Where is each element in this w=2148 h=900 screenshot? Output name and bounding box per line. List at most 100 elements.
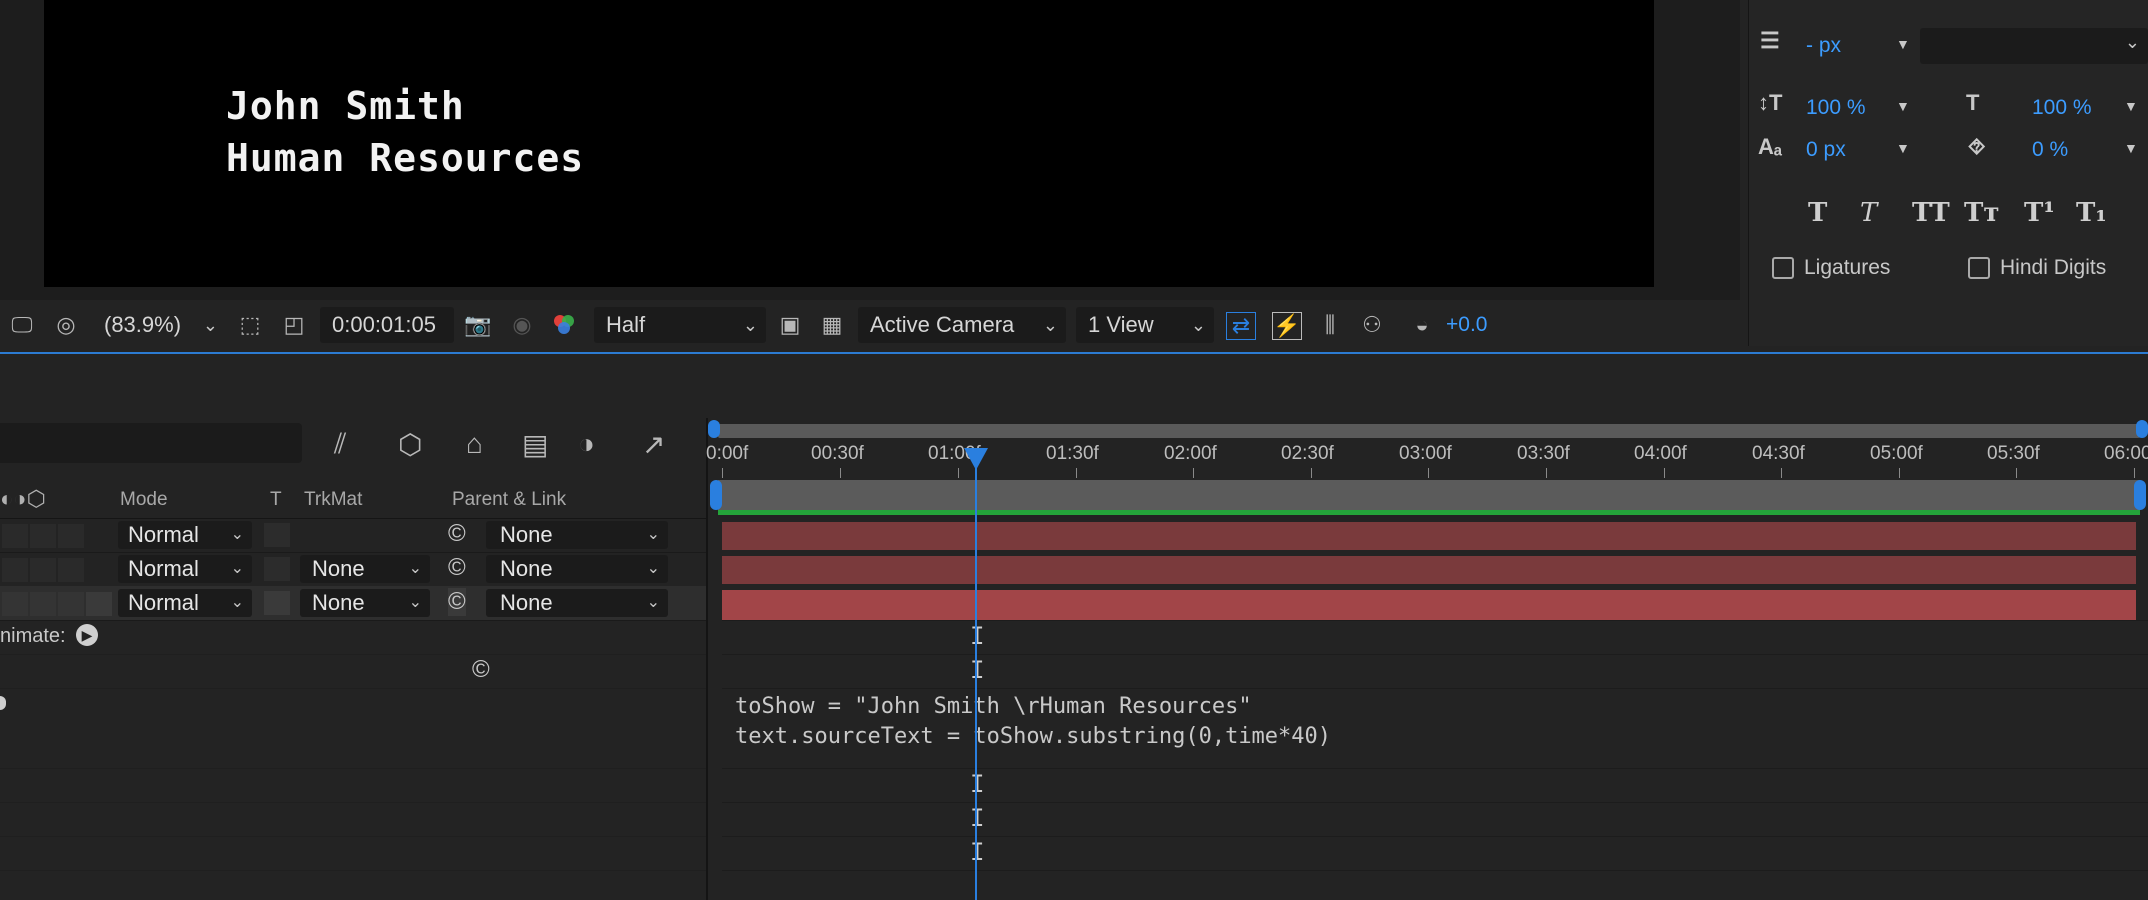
keyframe-marker[interactable]: I bbox=[970, 656, 984, 684]
work-area-bar[interactable] bbox=[718, 480, 2140, 510]
resolution-dropdown[interactable]: Half ⌄ bbox=[594, 307, 766, 343]
switch-cell[interactable] bbox=[2, 524, 28, 548]
tsume-value[interactable]: 0 % bbox=[2032, 138, 2068, 162]
mode-column-header[interactable]: Mode bbox=[120, 489, 168, 511]
timeline-icon[interactable]: ⫼ bbox=[1316, 312, 1344, 338]
superscript-button[interactable]: T¹ bbox=[2024, 198, 2055, 228]
t-column-header[interactable]: T bbox=[270, 489, 282, 511]
flowchart-icon[interactable]: ⚇ bbox=[1358, 312, 1386, 338]
switch-cell[interactable] bbox=[58, 592, 84, 616]
switch-cell[interactable] bbox=[58, 558, 84, 582]
magnification-dropdown[interactable]: (83.9%) ⌄ bbox=[92, 307, 226, 343]
leading-value[interactable]: - px bbox=[1806, 34, 1841, 58]
exposure-value[interactable]: +0.0 bbox=[1446, 313, 1487, 337]
fast-previews-icon[interactable]: ⚡ bbox=[1272, 312, 1302, 340]
parent-column-header[interactable]: Parent & Link bbox=[452, 489, 566, 511]
toggle-pixel-aspect-icon[interactable]: ⇄ bbox=[1226, 312, 1256, 340]
expression-line-2[interactable]: text.sourceText = toShow.substring(0,tim… bbox=[735, 724, 1331, 749]
time-navigator-end-handle[interactable] bbox=[2136, 420, 2148, 438]
color-channels-icon[interactable] bbox=[550, 312, 578, 338]
switch-cell[interactable] bbox=[30, 524, 56, 548]
layer-duration-bar[interactable] bbox=[722, 522, 2136, 550]
keyframe-marker[interactable]: I bbox=[970, 622, 984, 650]
tsume-arrow[interactable]: ▼ bbox=[2124, 140, 2138, 156]
hindi-digits-checkbox[interactable] bbox=[1968, 257, 1990, 279]
layer-row-selected[interactable]: Normal ⌄ None ⌄ © None ⌄ bbox=[0, 586, 706, 621]
transparency-grid-icon[interactable]: ▦ bbox=[818, 312, 846, 338]
mode-dropdown[interactable]: Normal ⌄ bbox=[118, 521, 252, 549]
keyframe-marker[interactable]: I bbox=[970, 770, 984, 798]
work-area-start-handle[interactable] bbox=[710, 480, 722, 510]
all-caps-button[interactable]: TT bbox=[1912, 198, 1950, 228]
graph-editor-icon[interactable]: ↗ bbox=[642, 428, 665, 461]
parent-dropdown[interactable]: None ⌄ bbox=[486, 589, 668, 617]
parent-dropdown[interactable]: None ⌄ bbox=[486, 555, 668, 583]
animate-play-icon[interactable]: ▶ bbox=[76, 624, 98, 646]
baseline-shift-value[interactable]: 0 px bbox=[1806, 138, 1846, 162]
composition-mini-flowchart-icon[interactable]: ⫽ bbox=[334, 428, 347, 461]
snapshot-camera-icon[interactable]: 📷 bbox=[464, 312, 492, 338]
tracking-dropdown[interactable]: ⌄ bbox=[1920, 28, 2148, 64]
horizontal-scale-value[interactable]: 100 % bbox=[2032, 96, 2092, 120]
keyframe-marker[interactable]: I bbox=[970, 804, 984, 832]
grid-guides-icon[interactable]: ⬚ bbox=[236, 312, 264, 338]
preserve-transparency-checkbox[interactable] bbox=[264, 523, 290, 547]
baseline-shift-arrow[interactable]: ▼ bbox=[1896, 140, 1910, 156]
time-navigator-bar[interactable] bbox=[718, 424, 2140, 438]
region-of-interest-icon[interactable]: ▣ bbox=[776, 312, 804, 338]
preserve-transparency-checkbox[interactable] bbox=[264, 591, 290, 615]
trkmat-dropdown[interactable]: None ⌄ bbox=[300, 589, 430, 617]
time-navigator-start-handle[interactable] bbox=[708, 420, 720, 438]
mask-icon[interactable]: ◎ bbox=[52, 312, 80, 338]
switch-cell[interactable] bbox=[86, 592, 112, 616]
leading-dropdown-arrow[interactable]: ▼ bbox=[1896, 36, 1910, 52]
switch-cell[interactable] bbox=[30, 592, 56, 616]
pick-whip-icon[interactable]: © bbox=[448, 520, 466, 548]
vertical-scale-value[interactable]: 100 % bbox=[1806, 96, 1866, 120]
composition-canvas[interactable]: John Smith Human Resources bbox=[44, 0, 1654, 287]
preserve-transparency-checkbox[interactable] bbox=[264, 557, 290, 581]
faux-italic-button[interactable]: T bbox=[1860, 198, 1877, 228]
trkmat-column-header[interactable]: TrkMat bbox=[304, 489, 362, 511]
motion-blur-icon[interactable]: ◑ bbox=[578, 428, 595, 460]
current-time-indicator[interactable] bbox=[975, 448, 977, 900]
monitor-icon[interactable]: 🖵 bbox=[8, 312, 36, 338]
small-caps-button[interactable]: Tт bbox=[1964, 198, 1999, 228]
expression-line-1[interactable]: toShow = "John Smith \rHuman Resources" bbox=[735, 694, 1252, 719]
camera-dropdown[interactable]: Active Camera ⌄ bbox=[858, 307, 1066, 343]
subscript-button[interactable]: T₁ bbox=[2076, 198, 2107, 228]
parent-dropdown[interactable]: None ⌄ bbox=[486, 521, 668, 549]
expression-enable-icon[interactable] bbox=[0, 696, 6, 710]
chevron-down-icon: ⌄ bbox=[742, 315, 758, 335]
timeline-search-input[interactable] bbox=[0, 423, 302, 463]
layer-row[interactable]: Normal ⌄ © None ⌄ bbox=[0, 518, 706, 553]
pick-whip-icon[interactable]: © bbox=[448, 554, 466, 582]
switch-cell[interactable] bbox=[30, 558, 56, 582]
horizontal-scale-arrow[interactable]: ▼ bbox=[2124, 98, 2138, 114]
show-snapshot-icon[interactable]: ◉ bbox=[508, 312, 536, 338]
trkmat-dropdown[interactable]: None ⌄ bbox=[300, 555, 430, 583]
current-time-indicator-head[interactable] bbox=[964, 448, 988, 470]
switch-cell[interactable] bbox=[2, 592, 28, 616]
ligatures-checkbox[interactable] bbox=[1772, 257, 1794, 279]
switch-cell[interactable] bbox=[2, 558, 28, 582]
mode-dropdown[interactable]: Normal ⌄ bbox=[118, 589, 252, 617]
switch-cell[interactable] bbox=[58, 524, 84, 548]
work-area-end-handle[interactable] bbox=[2134, 480, 2146, 510]
layer-duration-bar-selected[interactable] bbox=[722, 590, 2136, 620]
vertical-scale-arrow[interactable]: ▼ bbox=[1896, 98, 1910, 114]
draft-3d-icon[interactable]: ⬡ bbox=[398, 428, 422, 461]
pick-whip-icon[interactable]: © bbox=[472, 656, 490, 684]
timecode-display[interactable]: 0:00:01:05 bbox=[320, 307, 454, 343]
layer-row[interactable]: Normal ⌄ None ⌄ © None ⌄ bbox=[0, 552, 706, 587]
exposure-icon[interactable]: ◒ bbox=[1408, 312, 1436, 338]
frame-blending-icon[interactable]: ▤ bbox=[522, 428, 548, 461]
region-icon[interactable]: ◰ bbox=[280, 312, 308, 338]
mode-dropdown[interactable]: Normal ⌄ bbox=[118, 555, 252, 583]
pick-whip-icon[interactable]: © bbox=[448, 588, 466, 616]
faux-bold-button[interactable]: T bbox=[1808, 198, 1827, 228]
view-layout-dropdown[interactable]: 1 View ⌄ bbox=[1076, 307, 1214, 343]
layer-duration-bar[interactable] bbox=[722, 556, 2136, 584]
shy-layers-icon[interactable]: ⌂ bbox=[466, 428, 483, 460]
keyframe-marker[interactable]: I bbox=[970, 838, 984, 866]
